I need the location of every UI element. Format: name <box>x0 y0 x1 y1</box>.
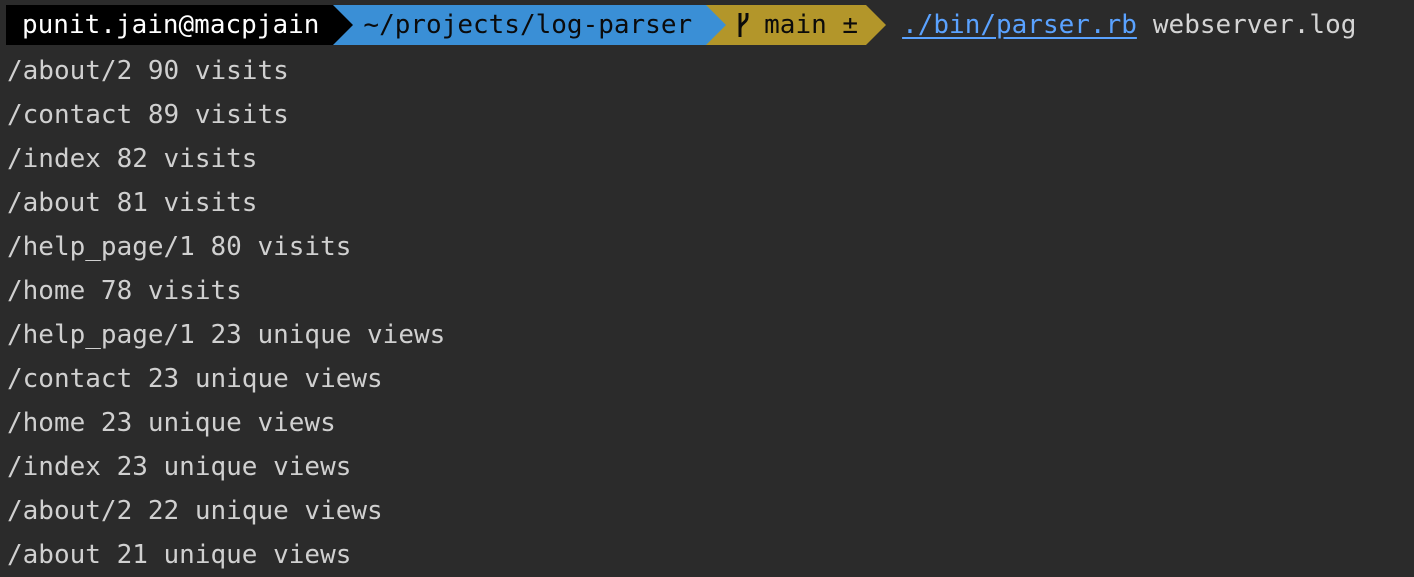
terminal-output: /about/2 90 visits /contact 89 visits /i… <box>7 49 445 577</box>
command-executable-link[interactable]: ./bin/parser.rb <box>902 10 1137 40</box>
output-line: /index 23 unique views <box>7 452 352 482</box>
prompt-git-segment: main ± <box>706 5 887 45</box>
shell-prompt: punit.jain@macpjain ~/projects/log-parse… <box>6 5 1356 45</box>
output-line: /index 82 visits <box>7 144 258 174</box>
output-line: /help_page/1 80 visits <box>7 232 352 262</box>
command-argument: webserver.log <box>1152 10 1357 40</box>
prompt-branch: main ± <box>764 10 859 40</box>
prompt-separator-arrow <box>706 5 727 45</box>
output-line: /about 21 unique views <box>7 540 352 570</box>
command-line: ./bin/parser.rb webserver.log <box>902 5 1356 45</box>
prompt-separator-arrow <box>333 5 354 45</box>
output-line: /contact 23 unique views <box>7 364 383 394</box>
output-line: /help_page/1 23 unique views <box>7 320 446 350</box>
prompt-user-segment: punit.jain@macpjain <box>6 5 354 45</box>
prompt-user: punit.jain@macpjain <box>22 10 320 40</box>
prompt-directory-segment: ~/projects/log-parser <box>333 5 727 45</box>
output-line: /about/2 90 visits <box>7 56 289 86</box>
prompt-separator-arrow <box>866 5 887 45</box>
output-line: /home 23 unique views <box>7 408 336 438</box>
output-line: /about/2 22 unique views <box>7 496 383 526</box>
output-line: /about 81 visits <box>7 188 258 218</box>
output-line: /home 78 visits <box>7 276 242 306</box>
output-line: /contact 89 visits <box>7 100 289 130</box>
prompt-directory: ~/projects/log-parser <box>363 10 693 40</box>
git-branch-icon <box>736 11 750 39</box>
